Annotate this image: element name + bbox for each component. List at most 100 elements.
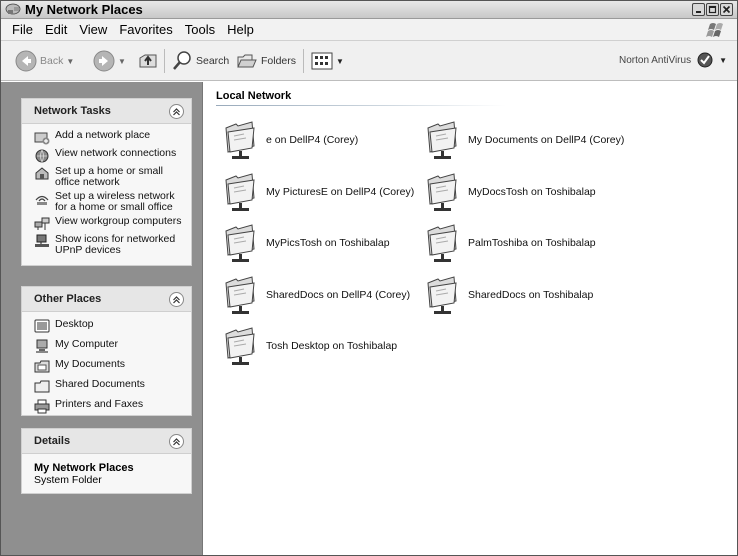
norton-shield-icon bbox=[697, 52, 713, 68]
details-type: System Folder bbox=[34, 474, 102, 486]
place-label: Printers and Faxes bbox=[55, 398, 144, 410]
menu-edit[interactable]: Edit bbox=[40, 22, 74, 37]
window-title: My Network Places bbox=[25, 2, 143, 17]
network-share-label: SharedDocs on Toshibalap bbox=[468, 289, 594, 301]
menu-tools[interactable]: Tools bbox=[180, 22, 222, 37]
folders-icon bbox=[237, 54, 257, 68]
network-share-item[interactable]: SharedDocs on DellP4 (Corey) bbox=[222, 273, 410, 317]
other-places-header[interactable]: Other Places bbox=[22, 287, 191, 312]
network-share-item[interactable]: My PicturesE on DellP4 (Corey) bbox=[222, 170, 414, 214]
back-label: Back bbox=[40, 55, 64, 67]
norton-dropdown-icon[interactable]: ▼ bbox=[719, 56, 727, 65]
add-network-place-icon bbox=[34, 132, 50, 145]
maximize-icon bbox=[708, 5, 717, 14]
search-button[interactable]: Search bbox=[171, 49, 229, 73]
forward-button[interactable]: ▼ bbox=[93, 49, 126, 73]
toolbar-separator bbox=[164, 49, 165, 73]
chevron-up-icon bbox=[173, 438, 180, 446]
panel-title: Details bbox=[34, 435, 71, 447]
network-share-item[interactable]: Tosh Desktop on Toshibalap bbox=[222, 324, 397, 368]
menu-view[interactable]: View bbox=[74, 22, 114, 37]
back-dropdown-icon[interactable]: ▼ bbox=[66, 57, 74, 66]
task-view-network-connections[interactable]: View network connections bbox=[34, 148, 183, 163]
task-view-workgroup-computers[interactable]: View workgroup computers bbox=[34, 216, 183, 231]
task-add-network-place[interactable]: Add a network place bbox=[34, 130, 183, 145]
shared-documents-icon bbox=[34, 380, 50, 393]
task-label: Show icons for networked UPnP devices bbox=[55, 233, 176, 256]
printer-icon bbox=[34, 399, 50, 414]
network-share-icon bbox=[427, 276, 457, 314]
folders-button[interactable]: Folders bbox=[236, 49, 296, 73]
forward-dropdown-icon[interactable]: ▼ bbox=[118, 57, 126, 66]
place-label: Desktop bbox=[55, 318, 94, 330]
network-tasks-header[interactable]: Network Tasks bbox=[22, 99, 191, 124]
menu-file[interactable]: File bbox=[7, 22, 40, 37]
norton-label: Norton AntiVirus bbox=[619, 54, 692, 66]
search-label: Search bbox=[196, 55, 230, 67]
menu-help[interactable]: Help bbox=[222, 22, 261, 37]
my-documents-icon bbox=[34, 360, 50, 373]
chevron-up-icon bbox=[173, 296, 180, 304]
place-my-computer[interactable]: My Computer bbox=[34, 339, 183, 354]
close-button[interactable] bbox=[720, 3, 733, 16]
details-name: My Network Places bbox=[34, 462, 134, 474]
place-label: My Documents bbox=[55, 358, 126, 370]
network-share-icon bbox=[225, 173, 255, 211]
back-button[interactable]: Back ▼ bbox=[15, 49, 74, 73]
network-share-item[interactable]: SharedDocs on Toshibalap bbox=[424, 273, 593, 317]
network-share-item[interactable]: My Documents on DellP4 (Corey) bbox=[424, 118, 624, 162]
network-share-label: SharedDocs on DellP4 (Corey) bbox=[266, 289, 411, 301]
upnp-icon bbox=[35, 234, 49, 247]
place-label: Shared Documents bbox=[55, 378, 145, 390]
network-share-item[interactable]: e on DellP4 (Corey) bbox=[222, 118, 358, 162]
task-label: Set up a wireless network for a home or … bbox=[55, 190, 175, 213]
task-label: View network connections bbox=[55, 147, 177, 159]
collapse-button[interactable] bbox=[169, 434, 184, 449]
network-tasks-panel: Network Tasks Add a network place View n… bbox=[21, 98, 192, 266]
close-icon bbox=[722, 5, 731, 14]
collapse-button[interactable] bbox=[169, 104, 184, 119]
network-share-label: Tosh Desktop on Toshibalap bbox=[266, 340, 398, 352]
task-show-upnp-devices[interactable]: Show icons for networked UPnP devices bbox=[34, 234, 183, 256]
network-share-item[interactable]: MyPicsTosh on Toshibalap bbox=[222, 221, 390, 265]
place-printers-and-faxes[interactable]: Printers and Faxes bbox=[34, 399, 183, 414]
menu-favorites[interactable]: Favorites bbox=[114, 22, 179, 37]
views-button[interactable]: ▼ bbox=[311, 49, 344, 73]
other-places-panel: Other Places Desktop My Computer My Docu… bbox=[21, 286, 192, 416]
task-setup-home-network[interactable]: Set up a home or small office network bbox=[34, 166, 183, 188]
views-icon bbox=[311, 52, 333, 70]
norton-antivirus-button[interactable]: Norton AntiVirus ▼ bbox=[619, 52, 727, 68]
views-dropdown-icon[interactable]: ▼ bbox=[336, 57, 344, 66]
up-folder-icon bbox=[139, 54, 157, 68]
network-share-item[interactable]: MyDocsTosh on Toshibalap bbox=[424, 170, 596, 214]
task-label: View workgroup computers bbox=[55, 215, 182, 227]
group-header: Local Network bbox=[216, 90, 292, 102]
home-network-icon bbox=[35, 167, 49, 180]
details-header[interactable]: Details bbox=[22, 429, 191, 454]
network-share-item[interactable]: PalmToshiba on Toshibalap bbox=[424, 221, 596, 265]
network-connections-icon bbox=[35, 149, 49, 163]
place-shared-documents[interactable]: Shared Documents bbox=[34, 379, 183, 394]
place-desktop[interactable]: Desktop bbox=[34, 319, 183, 334]
network-share-icon bbox=[427, 121, 457, 159]
panel-title: Network Tasks bbox=[34, 105, 111, 117]
place-label: My Computer bbox=[55, 338, 119, 350]
minimize-button[interactable] bbox=[692, 3, 705, 16]
collapse-button[interactable] bbox=[169, 292, 184, 307]
folder-view: Local Network e on DellP4 (Corey) My Doc… bbox=[204, 82, 737, 555]
task-setup-wireless-network[interactable]: Set up a wireless network for a home or … bbox=[34, 191, 183, 213]
explorer-window: My Network Places File Edit View Favorit… bbox=[0, 0, 738, 556]
title-bar[interactable]: My Network Places bbox=[1, 1, 737, 19]
network-share-label: MyDocsTosh on Toshibalap bbox=[468, 186, 596, 198]
menu-bar: File Edit View Favorites Tools Help bbox=[1, 19, 737, 41]
network-share-icon bbox=[427, 173, 457, 211]
my-computer-icon bbox=[36, 339, 48, 353]
maximize-button[interactable] bbox=[706, 3, 719, 16]
windows-logo-icon bbox=[706, 23, 723, 37]
task-label: Set up a home or small office network bbox=[55, 165, 163, 188]
folders-label: Folders bbox=[261, 55, 297, 67]
up-folder-button[interactable] bbox=[137, 49, 159, 73]
place-my-documents[interactable]: My Documents bbox=[34, 359, 183, 374]
task-pane: Network Tasks Add a network place View n… bbox=[1, 82, 203, 555]
network-share-label: My Documents on DellP4 (Corey) bbox=[468, 134, 625, 146]
